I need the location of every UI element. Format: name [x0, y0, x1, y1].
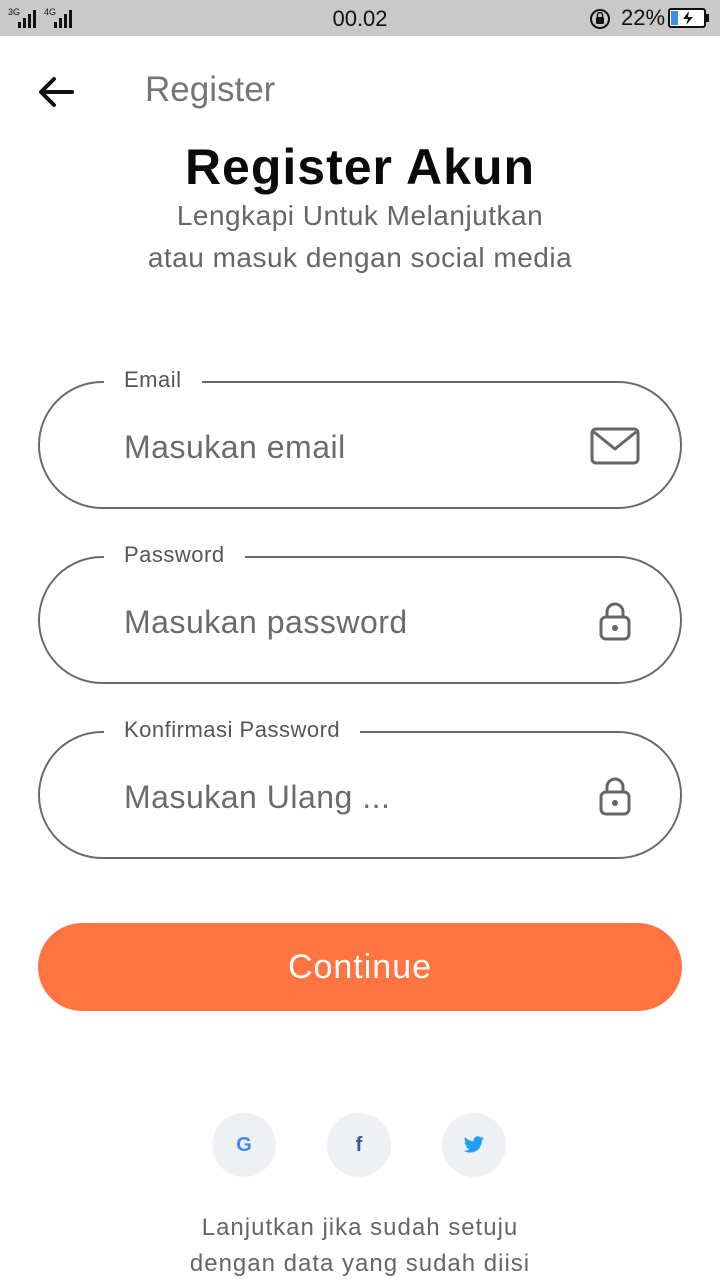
mail-icon: [590, 427, 640, 465]
email-field[interactable]: Email: [38, 367, 682, 509]
password-label: Password: [104, 542, 245, 568]
confirm-password-field[interactable]: Konfirmasi Password: [38, 717, 682, 859]
confirm-password-label: Konfirmasi Password: [104, 717, 361, 743]
twitter-login-button[interactable]: [442, 1113, 506, 1177]
twitter-bird-icon: [463, 1136, 484, 1153]
heading-container: Register Akun: [0, 140, 720, 196]
email-label: Email: [104, 367, 202, 393]
subtitle-line-1: Lengkapi Untuk Melanjutkan: [176, 200, 544, 231]
page-heading: Register Akun: [184, 140, 536, 195]
google-icon: G: [236, 1134, 252, 1156]
confirm-password-input[interactable]: [124, 777, 564, 817]
lock-icon: [599, 777, 631, 816]
rotation-lock-icon: [590, 9, 610, 29]
facebook-icon: f: [355, 1134, 363, 1156]
password-field[interactable]: Password: [38, 542, 682, 684]
facebook-login-button[interactable]: f: [327, 1113, 391, 1177]
footer-line-1: Lanjutkan jika sudah setuju: [201, 1214, 519, 1241]
status-time: 00.02: [332, 6, 388, 31]
battery-percent: 22%: [621, 5, 666, 30]
footer-line-2: dengan data yang sudah diisi: [189, 1250, 531, 1277]
continue-button[interactable]: Continue: [38, 923, 682, 1011]
email-input[interactable]: [124, 427, 564, 467]
status-bar: 3G 4G 00.02 22%: [0, 0, 720, 36]
arrow-left-icon[interactable]: [30, 70, 80, 116]
password-input[interactable]: [124, 602, 564, 642]
battery-charging-icon: [668, 8, 709, 28]
appbar-title: Register: [145, 70, 276, 109]
google-login-button[interactable]: G: [212, 1113, 276, 1177]
subtitle-line-2: atau masuk dengan social media: [147, 242, 573, 273]
lock-icon: [599, 602, 631, 641]
